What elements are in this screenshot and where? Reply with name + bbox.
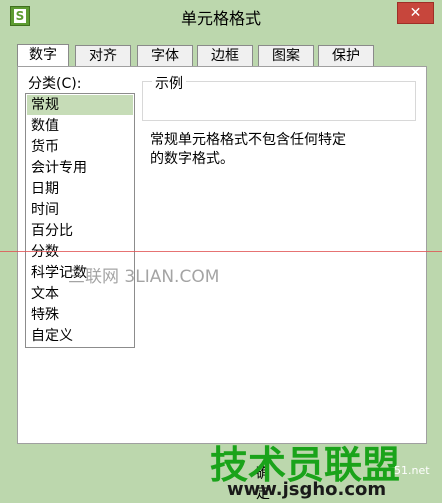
tab-number[interactable]: 数字 (17, 44, 69, 67)
category-label: 分类(C): (28, 76, 82, 92)
category-item-currency[interactable]: 货币 (27, 137, 133, 157)
category-item-percentage[interactable]: 百分比 (27, 221, 133, 241)
category-item-date[interactable]: 日期 (27, 179, 133, 199)
category-item-accounting[interactable]: 会计专用 (27, 158, 133, 178)
close-button[interactable]: ✕ (397, 2, 434, 24)
format-cells-dialog: S 单元格格式 ✕ 数字 对齐 字体 边框 图案 保护 分类(C): 常规 数值… (0, 0, 442, 503)
tab-alignment[interactable]: 对齐 (75, 45, 131, 66)
watermark-51net: 51.net (394, 464, 430, 477)
title-bar[interactable]: S 单元格格式 ✕ (0, 0, 442, 34)
category-item-number[interactable]: 数值 (27, 116, 133, 136)
category-item-time[interactable]: 时间 (27, 200, 133, 220)
description-line-2: 的数字格式。 (150, 151, 234, 167)
category-item-special[interactable]: 特殊 (27, 305, 133, 325)
number-tab-panel: 分类(C): 常规 数值 货币 会计专用 日期 时间 百分比 分数 科学记数 文… (17, 66, 427, 444)
category-item-custom[interactable]: 自定义 (27, 326, 133, 346)
tab-font[interactable]: 字体 (137, 45, 193, 66)
watermark-jsgho: www.jsgho.com (227, 479, 387, 500)
category-item-general[interactable]: 常规 (27, 95, 133, 115)
category-item-fraction[interactable]: 分数 (27, 242, 133, 262)
tab-protection[interactable]: 保护 (318, 45, 374, 66)
category-list[interactable]: 常规 数值 货币 会计专用 日期 时间 百分比 分数 科学记数 文本 特殊 自定… (25, 93, 135, 348)
category-item-text[interactable]: 文本 (27, 284, 133, 304)
tab-pattern[interactable]: 图案 (258, 45, 314, 66)
dialog-title: 单元格格式 (180, 9, 261, 28)
watermark-3lian: 三联网 3LIAN.COM (68, 267, 220, 287)
description-line-1: 常规单元格格式不包含任何特定 (150, 132, 346, 148)
close-icon: ✕ (409, 5, 422, 21)
sample-label: 示例 (152, 73, 186, 93)
tab-border[interactable]: 边框 (197, 45, 253, 66)
red-guide-line (0, 251, 442, 252)
